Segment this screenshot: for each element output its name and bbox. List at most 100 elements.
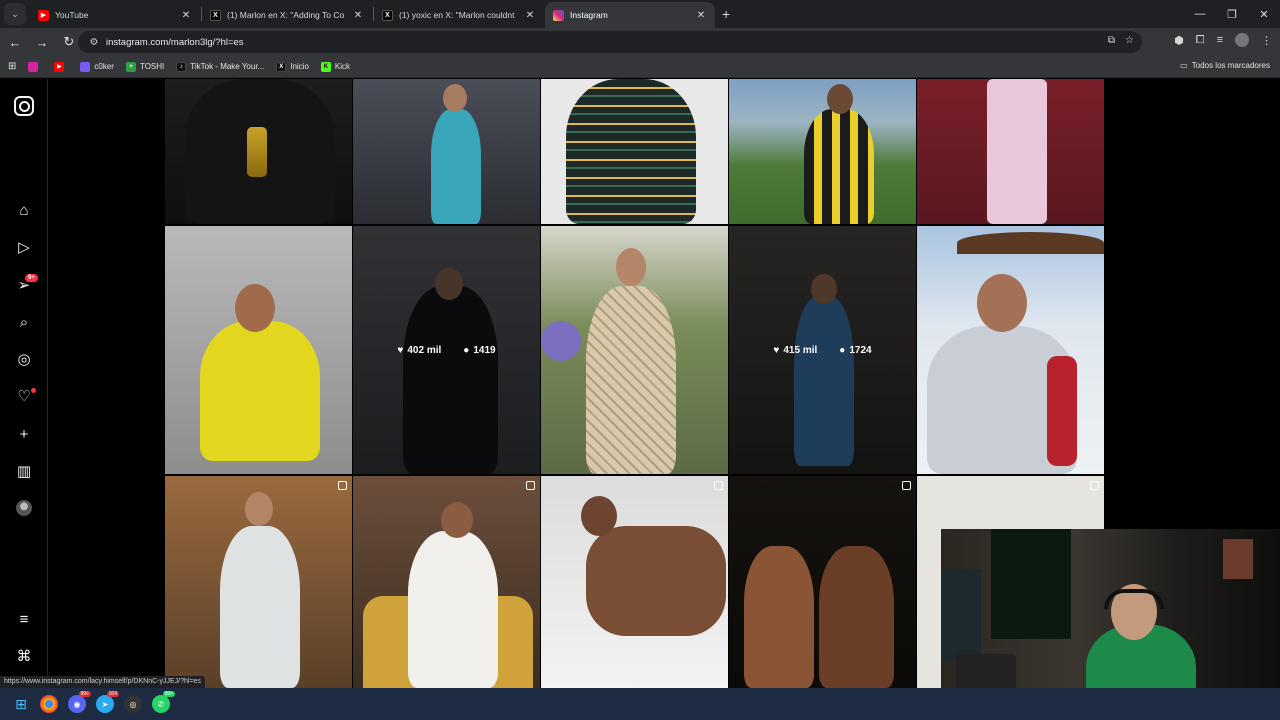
post-tile[interactable] <box>729 476 916 688</box>
post-tile[interactable] <box>917 79 1104 224</box>
extensions-icon[interactable]: ⧠ <box>1196 34 1205 47</box>
carousel-icon <box>338 481 347 490</box>
tab-title: (1) Marlon en X: "Adding To Co <box>227 10 345 20</box>
post-tile[interactable] <box>917 226 1104 474</box>
bookmark-star-icon[interactable]: ☆ <box>1125 35 1134 46</box>
close-icon[interactable]: ✕ <box>695 10 707 21</box>
post-tile[interactable]: ♥ 415 mil ● 1724 <box>729 226 916 474</box>
bookmark-instagram[interactable] <box>28 61 42 72</box>
window-controls: — ❐ ✕ <box>1184 0 1280 28</box>
tab-x-marlon[interactable]: X (1) Marlon en X: "Adding To Co ✕ <box>202 2 372 28</box>
home-icon[interactable]: ⌂ <box>14 200 34 220</box>
likes-count: 402 mil <box>407 344 442 356</box>
forward-icon[interactable]: → <box>30 30 54 54</box>
telegram-icon[interactable]: ➤ 104 <box>96 691 119 713</box>
post-tile[interactable] <box>165 79 352 224</box>
tab-title: (1) yoxic en X: "Marlon couldnt <box>399 10 515 20</box>
address-bar[interactable]: ⚙ instagram.com/marlon3lg/?hl=es ⧉ ☆ <box>78 31 1142 53</box>
chrome-icon[interactable] <box>40 695 58 713</box>
notification-badge: 99+ <box>78 691 91 697</box>
trophy-shape <box>247 127 267 177</box>
threads-icon[interactable]: ⌘ <box>14 646 34 666</box>
extension-shield-icon[interactable]: ⬢ <box>1174 34 1184 47</box>
post-tile[interactable] <box>541 476 728 688</box>
kick-icon: K <box>320 61 331 72</box>
close-window-icon[interactable]: ✕ <box>1248 0 1280 28</box>
link-status-bubble: https://www.instagram.com/lacy.himself/p… <box>0 676 205 688</box>
profile-avatar[interactable] <box>1235 33 1249 47</box>
menu-icon[interactable]: ⋮ <box>1261 34 1272 47</box>
carousel-icon <box>902 481 911 490</box>
create-icon[interactable]: + <box>14 424 34 444</box>
likes-stat: ♥ 402 mil <box>397 345 441 356</box>
bookmark-c0ker[interactable]: c0ker <box>80 61 114 72</box>
bookmark-kick[interactable]: K Kick <box>320 61 350 72</box>
obs-icon[interactable]: ◎ <box>124 695 142 713</box>
messages-badge: 9+ <box>25 274 38 282</box>
comment-icon: ● <box>839 344 846 356</box>
notification-badge: 99+ <box>162 691 175 697</box>
search-icon[interactable]: ⌕ <box>14 312 34 332</box>
reels-icon[interactable]: ▷ <box>14 237 34 257</box>
person-head <box>977 274 1027 332</box>
comments-stat: ● 1724 <box>839 345 871 356</box>
tab-youtube[interactable]: ▶ YouTube ✕ <box>30 2 200 28</box>
back-icon[interactable]: ← <box>3 30 27 54</box>
carousel-icon <box>526 481 535 490</box>
monitor-shape <box>941 569 981 659</box>
bookmark-label: Inicio <box>290 62 309 71</box>
restore-icon[interactable]: ❐ <box>1216 0 1248 28</box>
post-tile[interactable] <box>541 226 728 474</box>
post-tile[interactable] <box>165 226 352 474</box>
media-control-icon[interactable]: ≡ <box>1217 34 1223 46</box>
all-bookmarks-label: Todos los marcadores <box>1191 61 1270 70</box>
post-tile[interactable] <box>353 79 540 224</box>
bookmark-toshi[interactable]: + TOSHI <box>125 61 164 72</box>
headphones-shape <box>1104 589 1164 609</box>
minimize-icon[interactable]: — <box>1184 0 1216 28</box>
person-figure <box>744 546 814 688</box>
person-figure <box>431 109 481 224</box>
new-tab-button[interactable]: + <box>722 6 730 22</box>
tab-search-button[interactable]: ⌄ <box>4 3 26 25</box>
bookmark-label: c0ker <box>94 62 114 71</box>
person-figure <box>804 109 874 224</box>
close-icon[interactable]: ✕ <box>180 10 192 21</box>
post-tile[interactable]: ♥ 402 mil ● 1419 <box>353 226 540 474</box>
bookmark-youtube[interactable]: ▶ <box>54 61 68 72</box>
post-tile[interactable] <box>353 476 540 688</box>
person-figure <box>819 546 894 688</box>
close-icon[interactable]: ✕ <box>524 10 536 21</box>
welcome-sign-shape <box>957 232 1104 254</box>
instagram-logo-icon[interactable] <box>14 96 34 116</box>
install-app-icon[interactable]: ⧉ <box>1108 35 1115 46</box>
dashboard-icon[interactable]: ▥ <box>14 461 34 481</box>
explore-icon[interactable]: ◎ <box>14 349 34 369</box>
person-head <box>235 284 275 332</box>
whatsapp-icon[interactable]: ✆ 99+ <box>152 691 175 713</box>
discord-icon[interactable]: ◉ 99+ <box>68 691 91 713</box>
post-tile[interactable] <box>729 79 916 224</box>
close-icon[interactable]: ✕ <box>352 10 364 21</box>
profile-avatar[interactable] <box>16 500 32 516</box>
bookmark-label: TikTok - Make Your... <box>190 62 265 71</box>
flowers-shape <box>541 321 581 361</box>
carousel-icon <box>714 481 723 490</box>
site-info-icon[interactable]: ⚙ <box>84 37 104 48</box>
tab-title: YouTube <box>55 10 89 20</box>
post-tile[interactable] <box>541 79 728 224</box>
post-tile[interactable] <box>165 476 352 688</box>
apps-icon[interactable]: ⊞ <box>8 61 16 72</box>
tab-instagram[interactable]: Instagram ✕ <box>545 2 715 28</box>
browser-toolbar: ← → ↻ ⚙ instagram.com/marlon3lg/?hl=es ⧉… <box>0 28 1280 56</box>
x-icon: X <box>276 61 287 72</box>
comments-stat: ● 1419 <box>463 345 495 356</box>
carousel-icon <box>1090 481 1099 490</box>
bookmark-inicio[interactable]: X Inicio <box>276 61 309 72</box>
bookmark-tiktok[interactable]: ♪ TikTok - Make Your... <box>176 61 265 72</box>
more-menu-icon[interactable]: ≡ <box>14 609 34 629</box>
folder-icon: ▭ <box>1180 61 1188 70</box>
tab-x-yoxic[interactable]: X (1) yoxic en X: "Marlon couldnt ✕ <box>374 2 544 28</box>
windows-start-icon[interactable]: ⊞ <box>12 695 30 713</box>
all-bookmarks[interactable]: ▭ Todos los marcadores <box>1180 61 1270 70</box>
